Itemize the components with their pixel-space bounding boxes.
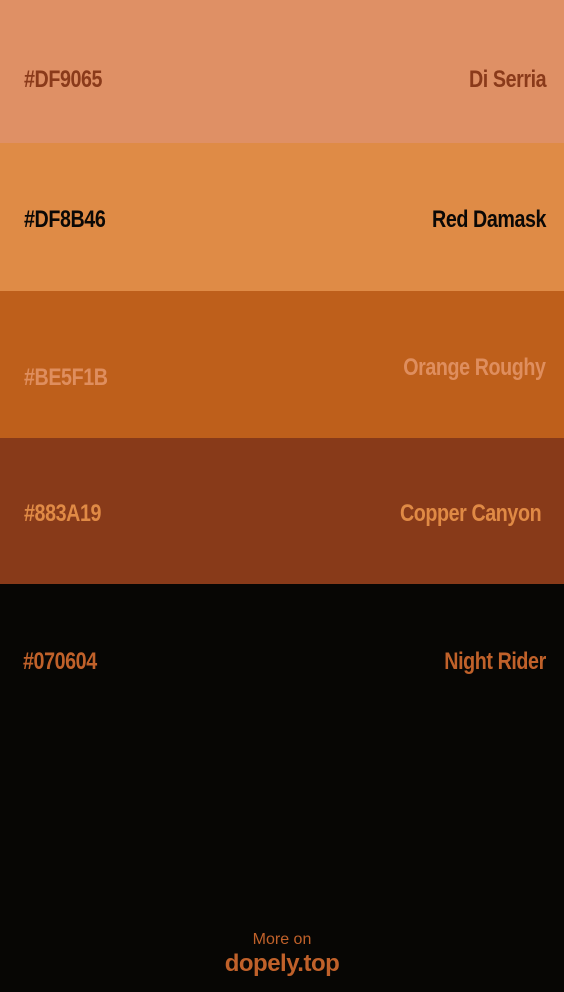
footer: More on dopely.top	[0, 930, 564, 978]
color-name: Red Damask	[431, 206, 546, 233]
swatch-copper-canyon: #883A19 Copper Canyon	[0, 438, 564, 584]
swatch-red-damask: #DF8B46 Red Damask	[0, 143, 564, 291]
swatch-di-serria: #DF9065 Di Serria	[0, 0, 564, 143]
swatch-orange-roughy: #BE5F1B Orange Roughy	[0, 291, 564, 438]
color-name: Night Rider	[444, 648, 546, 675]
color-name: Copper Canyon	[399, 500, 542, 527]
color-name: Orange Roughy	[403, 354, 547, 381]
hex-code: #883A19	[24, 500, 102, 527]
hex-code: #BE5F1B	[24, 364, 108, 391]
more-on-text: More on	[252, 931, 312, 948]
hex-code: #DF8B46	[24, 206, 106, 233]
color-palette: #DF9065 Di Serria #DF8B46 Red Damask #BE…	[0, 0, 564, 992]
hex-code: #DF9065	[24, 66, 103, 93]
site-link[interactable]: dopely.top	[0, 950, 564, 978]
color-name: Di Serria	[468, 66, 547, 93]
hex-code: #070604	[23, 648, 97, 675]
